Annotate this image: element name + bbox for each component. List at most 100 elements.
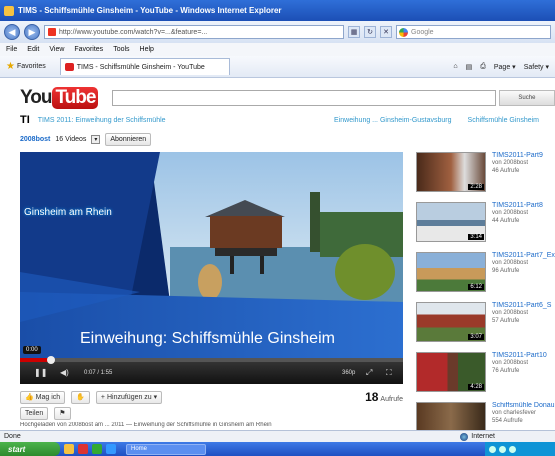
video-thumbnail[interactable]: 2:28 [416, 152, 486, 192]
taskbar-window-button[interactable]: Home [126, 443, 206, 455]
menu-file[interactable]: File [6, 46, 17, 53]
youtube-search-input[interactable] [112, 90, 496, 106]
menu-help[interactable]: Help [140, 46, 154, 53]
related-views: 57 Aufrufe [492, 318, 520, 324]
related-video[interactable]: Schiffsmühle Donau von charlesfever 554 … [416, 402, 555, 430]
volume-icon[interactable]: ◀) [60, 368, 69, 377]
seek-time-bubble: 0:00 [23, 346, 41, 354]
related-uploader: von 2008bost [492, 160, 529, 166]
compat-icon[interactable]: ▦ [348, 26, 360, 38]
related-video[interactable]: 6:12 TIMS2011-Part7_Excursions von 2008b… [416, 252, 555, 296]
home-icon[interactable]: ⌂ [453, 63, 457, 70]
video-count[interactable]: 16 Videos [55, 136, 86, 143]
refresh-icon[interactable]: ↻ [364, 26, 376, 38]
taskbar: start Home [0, 442, 555, 456]
video-thumbnail[interactable]: 6:12 [416, 252, 486, 292]
search-input[interactable]: Google [396, 25, 551, 39]
uploader-row: 2008bost 16 Videos ▾ Abonnieren [20, 132, 152, 146]
related-video[interactable]: 3:07 TIMS2011-Part6_S von 2008bost 57 Au… [416, 302, 555, 346]
related-video[interactable]: 2:28 TIMS2011-Part9 von 2008bost 46 Aufr… [416, 152, 555, 196]
google-icon [399, 28, 408, 37]
search-placeholder: Google [411, 28, 434, 36]
video-thumbnail[interactable]: 3:14 [416, 202, 486, 242]
tray-icon[interactable] [489, 445, 496, 453]
related-video[interactable]: 3:14 TIMS2011-Part8 von 2008bost 44 Aufr… [416, 202, 555, 246]
youtube-search-button[interactable]: Suche [498, 90, 555, 106]
view-count-number: 18 [365, 390, 379, 404]
video-duration: 2:28 [468, 184, 484, 190]
dislike-button[interactable]: ✋ [71, 390, 90, 404]
fullscreen-icon[interactable]: ⛶ [386, 368, 392, 378]
system-tray [485, 442, 555, 456]
video-thumbnail[interactable] [416, 402, 486, 430]
related-title[interactable]: TIMS2011-Part10 [492, 352, 555, 359]
ie-icon [4, 5, 14, 16]
address-bar: ◀ ▶ http://www.youtube.com/watch?v=...&f… [0, 21, 555, 43]
like-label: Mag ich [35, 393, 61, 401]
safety-menu[interactable]: Safety ▾ [524, 63, 549, 71]
web-page: You Tube Suche TI TIMS 2011: Einweihung … [0, 78, 555, 430]
window-titlebar: TIMS - Schiffsmühle Ginsheim - YouTube -… [0, 0, 555, 21]
related-title[interactable]: TIMS2011-Part8 [492, 202, 555, 209]
related-title[interactable]: TIMS2011-Part9 [492, 152, 555, 159]
expand-icon[interactable]: ▾ [91, 134, 101, 144]
seek-handle[interactable] [46, 356, 55, 364]
favorites-star-icon[interactable]: ★ [6, 61, 15, 72]
add-to-button[interactable]: + Hinzufügen zu ▾ [95, 390, 163, 404]
menu-view[interactable]: View [49, 46, 64, 53]
page-menu[interactable]: Page ▾ [494, 63, 516, 71]
menu-edit[interactable]: Edit [27, 46, 39, 53]
stop-icon[interactable]: ✕ [380, 26, 392, 38]
video-player[interactable]: Ginsheim am Rhein Einweihung: Schiffsmüh… [20, 152, 403, 384]
related-views: 96 Aufrufe [492, 268, 520, 274]
video-duration: 4:28 [468, 384, 484, 390]
url-text: http://www.youtube.com/watch?v=...&featu… [59, 28, 208, 36]
title-segment: Schiffsmühle Ginsheim [467, 116, 539, 124]
related-title[interactable]: TIMS2011-Part7_Excursions [492, 252, 555, 259]
like-button[interactable]: 👍 Mag ich [20, 390, 66, 404]
related-title[interactable]: TIMS2011-Part6_S [492, 302, 555, 309]
feeds-icon[interactable]: ▤ [466, 63, 473, 71]
url-field[interactable]: http://www.youtube.com/watch?v=...&featu… [44, 25, 344, 39]
favorites-label[interactable]: Favorites [17, 63, 46, 70]
title-prefix: TI [20, 114, 30, 126]
action-row: 👍 Mag ich ✋ + Hinzufügen zu ▾ 18 Aufrufe [20, 390, 403, 404]
location-overlay: Ginsheim am Rhein [24, 207, 112, 218]
back-icon[interactable]: ◀ [4, 24, 20, 40]
ie-icon[interactable] [106, 444, 116, 454]
explorer-icon[interactable] [64, 444, 74, 454]
globe-icon [460, 432, 469, 441]
related-uploader: von 2008bost [492, 260, 529, 266]
uploader-link[interactable]: 2008bost [20, 136, 50, 143]
quality-button[interactable]: 360p [342, 370, 355, 376]
status-text: Done [4, 433, 21, 440]
progress-bar[interactable] [20, 356, 403, 364]
logo-tube: Tube [52, 87, 99, 109]
youtube-logo[interactable]: You Tube [20, 87, 99, 109]
start-button[interactable]: start [0, 442, 60, 456]
favorites-bar: ★ Favorites TIMS - Schiffsmühle Ginsheim… [0, 56, 555, 78]
print-icon[interactable]: ⎙ [480, 63, 486, 71]
menu-tools[interactable]: Tools [113, 46, 129, 53]
tray-icon[interactable] [499, 445, 506, 453]
view-count-label: Aufrufe [380, 396, 403, 403]
flag-button[interactable]: ⚑ [54, 406, 71, 420]
video-thumbnail[interactable]: 3:07 [416, 302, 486, 342]
status-bar: Done Internet [0, 430, 555, 442]
tray-icon[interactable] [509, 445, 516, 453]
share-button[interactable]: Teilen [20, 406, 49, 420]
popout-icon[interactable]: ⤢ [366, 368, 372, 378]
view-count: 18 Aufrufe [365, 390, 403, 404]
pause-icon[interactable]: ❚❚ [34, 368, 47, 377]
related-video[interactable]: 4:28 TIMS2011-Part10 von 2008bost 76 Auf… [416, 352, 555, 396]
app-icon[interactable] [92, 444, 102, 454]
browser-tab[interactable]: TIMS - Schiffsmühle Ginsheim - YouTube [59, 58, 230, 75]
forward-icon[interactable]: ▶ [24, 24, 40, 40]
video-thumbnail[interactable]: 4:28 [416, 352, 486, 392]
related-uploader: von 2008bost [492, 310, 529, 316]
subscribe-button[interactable]: Abonnieren [105, 132, 152, 146]
app-icon[interactable] [78, 444, 88, 454]
video-duration: 3:14 [468, 234, 484, 240]
menu-favorites[interactable]: Favorites [74, 46, 103, 53]
related-title[interactable]: Schiffsmühle Donau [492, 402, 555, 409]
